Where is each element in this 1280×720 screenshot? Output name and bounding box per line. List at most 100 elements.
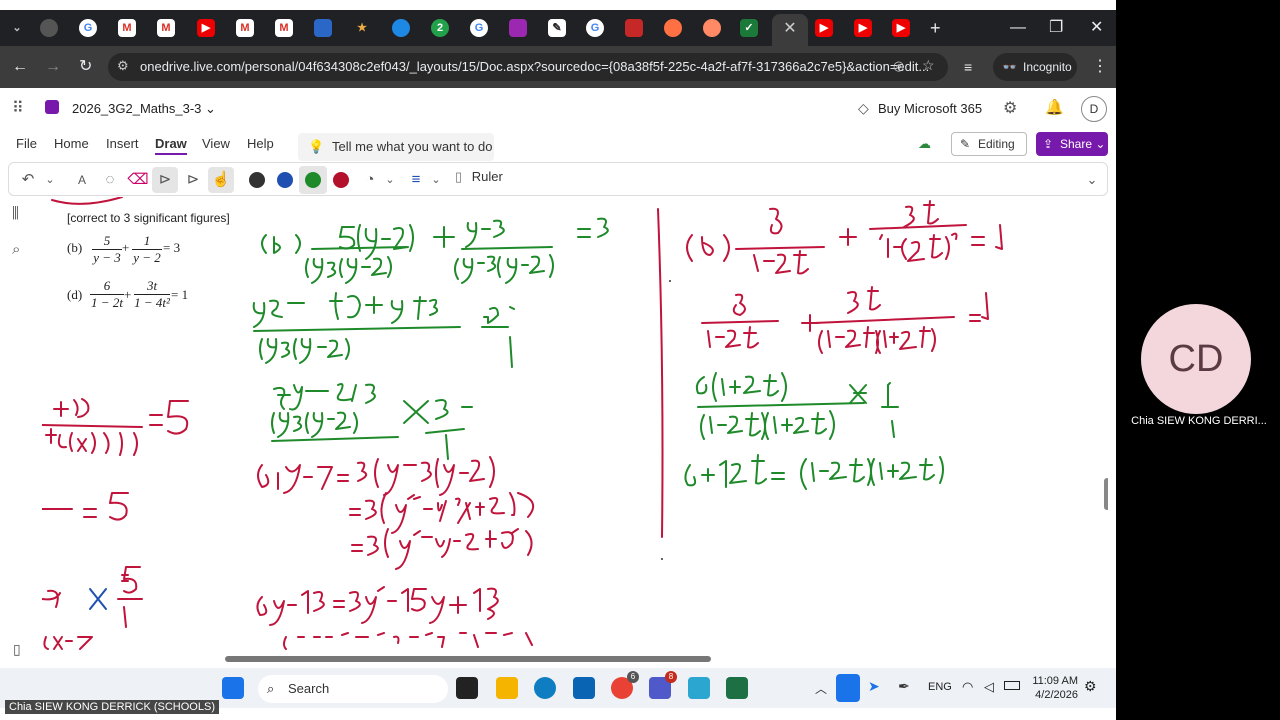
tab-app-icon[interactable] — [509, 19, 527, 37]
tab-youtube-icon[interactable]: ▶ — [854, 19, 872, 37]
battery-icon[interactable] — [1004, 681, 1020, 690]
add-space-icon[interactable]: ⊳ — [152, 167, 178, 193]
file-explorer-icon[interactable] — [496, 677, 518, 699]
tab-youtube-icon[interactable]: ▶ — [197, 19, 215, 37]
edge-icon[interactable] — [534, 677, 556, 699]
back-icon[interactable]: ← — [12, 58, 28, 76]
tab-view[interactable]: View — [202, 136, 230, 151]
pan-icon[interactable]: ⊳ — [180, 167, 206, 193]
tab-gmail-icon[interactable]: M — [236, 19, 254, 37]
chevron-up-icon[interactable]: ︿ — [815, 680, 827, 697]
location-icon[interactable]: ➤ — [868, 678, 880, 695]
lasso-select-icon[interactable]: ◌ — [97, 167, 123, 193]
palette-dropdown-icon[interactable]: ⌄ — [377, 167, 403, 193]
system-clock[interactable]: 11:09 AM 4/2/2026 — [1020, 674, 1078, 702]
undo-dropdown-icon[interactable]: ⌄ — [37, 167, 63, 193]
vertical-scrollbar[interactable] — [1104, 478, 1108, 510]
tab-check-icon[interactable]: ✓ — [740, 19, 758, 37]
tab-gmail-icon[interactable]: M — [118, 19, 136, 37]
tab-flame-icon[interactable] — [664, 19, 682, 37]
tab-youtube-icon[interactable]: ▶ — [815, 19, 833, 37]
device-icon[interactable]: ▯ — [13, 641, 21, 658]
tab-flame-icon[interactable] — [703, 19, 721, 37]
presenter-name-label: Chia SIEW KONG DERRICK (SCHOOLS) — [5, 700, 219, 714]
touch-draw-icon[interactable]: ☝ — [208, 167, 234, 193]
tab-star-icon[interactable]: ★ — [353, 19, 371, 37]
bookmark-star-icon[interactable]: ☆ — [922, 57, 935, 74]
tab-search-dropdown-icon[interactable]: ⌄ — [8, 19, 26, 37]
eye-slash-icon[interactable]: ◎ — [893, 58, 904, 74]
excel-icon[interactable] — [726, 677, 748, 699]
tab-insert[interactable]: Insert — [106, 136, 139, 151]
incognito-chip[interactable]: 👓 Incognito — [993, 53, 1077, 81]
outlook-icon[interactable] — [573, 677, 595, 699]
minimize-icon[interactable]: — — [1010, 20, 1026, 36]
language-indicator[interactable]: ENG — [928, 681, 952, 693]
tab-help[interactable]: Help — [247, 136, 274, 151]
url-text[interactable]: onedrive.live.com/personal/04f634308c2ef… — [140, 59, 929, 74]
app-launcher-icon[interactable]: ⠿ — [12, 98, 24, 118]
share-button[interactable]: ⇪ Share ⌄ — [1036, 132, 1108, 156]
tab-gmail-icon[interactable]: M — [275, 19, 293, 37]
type-select-icon[interactable]: A — [69, 167, 95, 193]
tab-file[interactable]: File — [16, 136, 37, 151]
close-window-icon[interactable]: ✕ — [1090, 20, 1103, 36]
tab-onedrive-icon[interactable] — [392, 19, 410, 37]
user-avatar[interactable]: D — [1081, 96, 1107, 122]
pen-black[interactable] — [249, 172, 265, 188]
site-settings-icon[interactable]: ⚙ — [117, 58, 129, 74]
url-omnibox[interactable]: ⚙ onedrive.live.com/personal/04f634308c2… — [108, 53, 948, 81]
ruler-icon: ▯ — [455, 169, 463, 184]
incognito-icon: 👓 — [1002, 60, 1017, 74]
forward-icon[interactable]: → — [45, 58, 61, 76]
note-canvas[interactable]: [correct to 3 significant figures] (b) 5… — [42, 197, 1108, 667]
search-icon[interactable]: ⌕ — [12, 241, 20, 258]
new-tab-button[interactable]: + — [930, 19, 941, 37]
settings-gear-icon[interactable]: ⚙ — [1003, 98, 1017, 118]
reload-icon[interactable]: ↻ — [79, 58, 92, 76]
tab-favicon-generic[interactable] — [40, 19, 58, 37]
tab-pdf-icon[interactable] — [625, 19, 643, 37]
tab-google-icon[interactable]: G — [79, 19, 97, 37]
windows-start-icon[interactable] — [222, 677, 244, 699]
tab-pen-icon[interactable]: ✎ — [548, 19, 566, 37]
browser-menu-icon[interactable]: ⋮ — [1092, 58, 1108, 76]
tab-close-icon[interactable]: ✕ — [772, 14, 808, 46]
pen-blue[interactable] — [277, 172, 293, 188]
horizontal-scrollbar[interactable] — [225, 656, 711, 662]
buy-microsoft-365-link[interactable]: Buy Microsoft 365 — [878, 101, 982, 116]
notebooks-icon[interactable]: ⫼ — [12, 205, 19, 222]
task-view-icon[interactable] — [456, 677, 478, 699]
snipping-tool-icon[interactable] — [688, 677, 710, 699]
tab-gmail-icon[interactable]: M — [157, 19, 175, 37]
notebook-title[interactable]: 2026_3G2_Maths_3-3 ⌄ — [72, 101, 216, 117]
eraser-icon[interactable]: ⌫ — [125, 167, 151, 193]
tab-home[interactable]: Home — [54, 136, 89, 151]
draw-toolbar: ↶ ⌄ A ◌ ⌫ ⊳ ⊳ ☝ ◔ ⌄ ≡ ⌄ ▯ Ruler ⌄ — [8, 162, 1108, 196]
thickness-dropdown-icon[interactable]: ⌄ — [423, 167, 449, 193]
pen-green[interactable] — [305, 172, 321, 188]
restore-icon[interactable]: ❐ — [1049, 20, 1063, 36]
tab-badge-icon[interactable]: 2 — [431, 19, 449, 37]
tab-draw[interactable]: Draw — [155, 136, 187, 155]
tab-google-icon[interactable]: G — [470, 19, 488, 37]
tab-google-icon[interactable]: G — [586, 19, 604, 37]
notification-bell-icon[interactable]: 🔔 — [1045, 98, 1064, 116]
collapse-ribbon-icon[interactable]: ⌄ — [1079, 167, 1105, 193]
ruler-button[interactable]: ▯ Ruler — [455, 169, 503, 185]
tab-search-icon[interactable]: ≡ — [964, 58, 972, 76]
tab-contacts-icon[interactable] — [314, 19, 332, 37]
pen-red[interactable] — [333, 172, 349, 188]
tell-me-search[interactable]: 💡 Tell me what you want to do — [298, 133, 494, 161]
editing-mode-button[interactable]: ✎ Editing ⌄ — [951, 132, 1027, 173]
volume-icon[interactable]: ◁ — [984, 679, 994, 695]
chrome-icon[interactable]: 6 — [611, 671, 639, 699]
tab-youtube-icon[interactable]: ▶ — [892, 19, 910, 37]
taskbar-search[interactable]: ⌕ Search — [258, 675, 448, 703]
microphone-icon[interactable] — [836, 674, 860, 702]
notification-center-icon[interactable]: ⚙ — [1084, 678, 1097, 695]
pen-menu-icon[interactable]: ✒ — [898, 678, 910, 695]
wifi-icon[interactable]: ◠ — [962, 679, 973, 695]
teams-icon[interactable]: 8 — [649, 671, 677, 699]
onenote-header: ⠿ 2026_3G2_Maths_3-3 ⌄ ◇ Buy Microsoft 3… — [0, 88, 1116, 128]
